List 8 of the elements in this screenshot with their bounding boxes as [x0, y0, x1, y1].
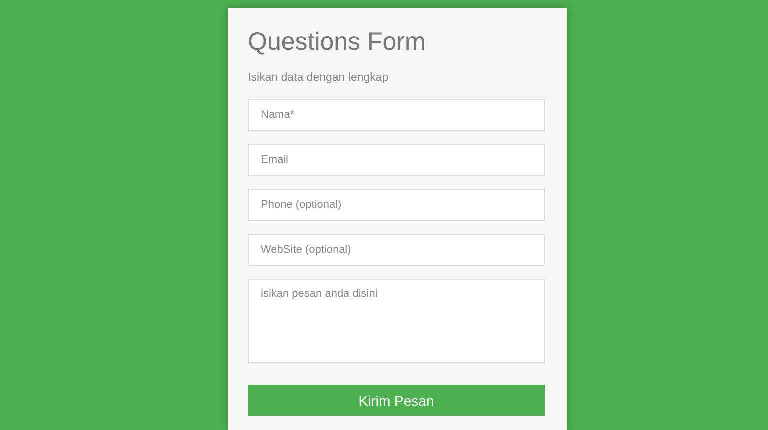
message-field[interactable]: isikan pesan anda disini: [248, 279, 545, 363]
input-field[interactable]: Nama*: [248, 99, 545, 131]
input-field[interactable]: Phone (optional): [248, 189, 545, 221]
input-field[interactable]: WebSite (optional): [248, 234, 545, 266]
input-field[interactable]: Email: [248, 144, 545, 176]
form-subtitle: Isikan data dengan lengkap: [248, 72, 389, 84]
submit-button[interactable]: Kirim Pesan: [248, 385, 545, 416]
form-title: Questions Form: [248, 28, 426, 56]
